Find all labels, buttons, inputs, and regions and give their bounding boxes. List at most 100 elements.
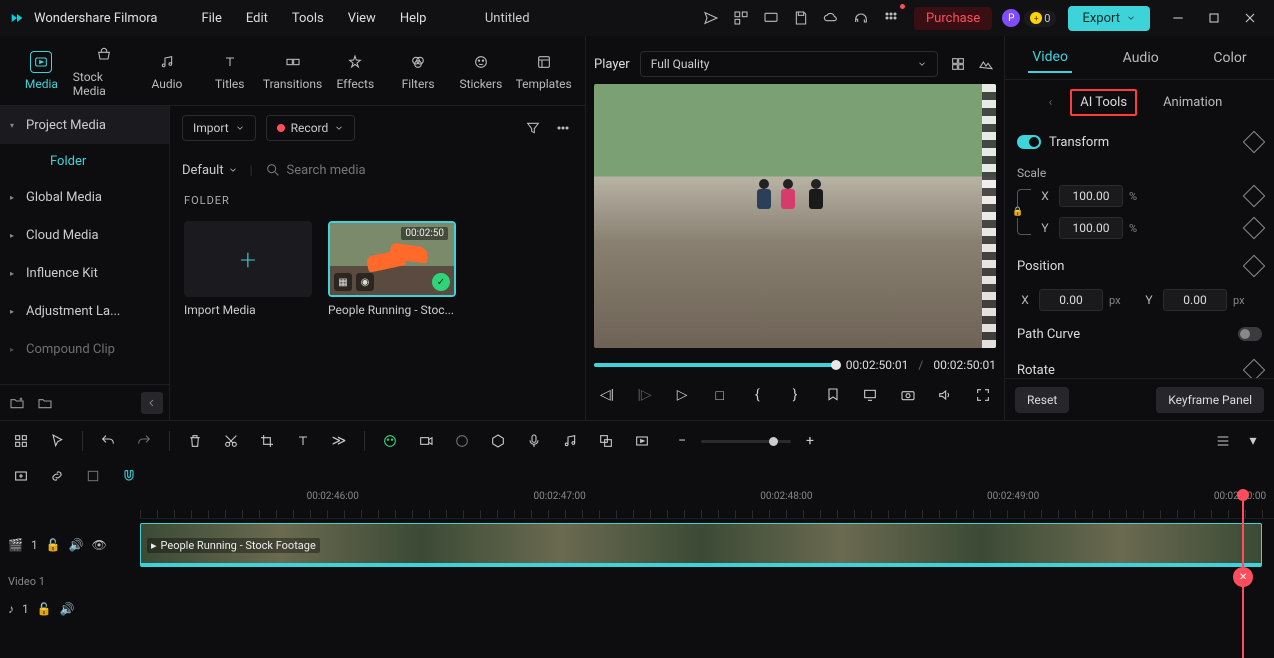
playhead[interactable] xyxy=(1242,491,1244,658)
mark-out-icon[interactable]: } xyxy=(782,382,808,408)
speed-icon[interactable] xyxy=(415,430,437,452)
redo-icon[interactable] xyxy=(133,430,155,452)
grid-view-icon[interactable] xyxy=(948,54,968,74)
add-track-icon[interactable] xyxy=(10,465,32,487)
more-tools-icon[interactable]: ≫ xyxy=(328,430,350,452)
window-minimize[interactable] xyxy=(1162,2,1194,34)
dropdown-icon[interactable]: ▾ xyxy=(1242,430,1264,452)
undo-icon[interactable] xyxy=(97,430,119,452)
filter-icon[interactable] xyxy=(523,118,543,138)
play-icon[interactable]: ▷ xyxy=(669,382,695,408)
search-input[interactable] xyxy=(287,163,573,178)
search-media[interactable] xyxy=(265,162,573,178)
mask-icon[interactable] xyxy=(487,430,509,452)
sidebar-item-compound-clip[interactable]: ▸Compound Clip xyxy=(0,330,169,368)
timeline-clip[interactable]: ▸People Running - Stock Footage xyxy=(140,523,1262,567)
position-keyframe-icon[interactable] xyxy=(1243,255,1266,278)
lock-track-icon[interactable]: 🔓 xyxy=(46,538,61,552)
scale-x-keyframe-icon[interactable] xyxy=(1243,185,1266,208)
music-icon[interactable] xyxy=(559,430,581,452)
select-tool-icon[interactable] xyxy=(10,430,32,452)
lock-audio-icon[interactable]: 🔓 xyxy=(37,602,52,616)
transform-keyframe-icon[interactable] xyxy=(1243,131,1266,154)
export-button[interactable]: Export xyxy=(1068,6,1150,31)
preview-viewport[interactable] xyxy=(594,84,996,348)
mark-in-icon[interactable]: { xyxy=(744,382,770,408)
zoom-out-icon[interactable]: − xyxy=(671,430,693,452)
display-icon[interactable] xyxy=(857,382,883,408)
magnet-icon[interactable] xyxy=(118,465,140,487)
link-icon[interactable] xyxy=(46,465,68,487)
menu-file[interactable]: File xyxy=(191,7,231,30)
render-icon[interactable] xyxy=(631,430,653,452)
sidebar-item-cloud-media[interactable]: ▸Cloud Media xyxy=(0,216,169,254)
media-thumb-people-running[interactable]: 00:02:50 ▦ ◉ ✓ People Running - Stoc... xyxy=(328,221,456,317)
scale-y-input[interactable]: 100.00 xyxy=(1059,217,1123,239)
pos-y-input[interactable]: 0.00 xyxy=(1163,289,1227,311)
rotate-keyframe-icon[interactable] xyxy=(1243,359,1266,378)
keyframe-panel-button[interactable]: Keyframe Panel xyxy=(1156,387,1264,413)
apps-icon[interactable] xyxy=(878,5,904,31)
scale-x-input[interactable]: 100.00 xyxy=(1059,185,1123,207)
dashboard-icon[interactable] xyxy=(728,5,754,31)
tab-stock-media[interactable]: Stock Media xyxy=(73,44,136,98)
tab-audio-inspector[interactable]: Audio xyxy=(1119,44,1163,72)
more-icon[interactable] xyxy=(553,118,573,138)
marker-add-icon[interactable] xyxy=(82,465,104,487)
play-backward-icon[interactable]: |▷ xyxy=(632,382,658,408)
subtab-prev-icon[interactable]: ‹ xyxy=(1049,95,1053,109)
new-folder-icon[interactable] xyxy=(6,392,28,414)
volume-icon[interactable] xyxy=(932,382,958,408)
folder-icon[interactable] xyxy=(34,392,56,414)
tab-templates[interactable]: Templates xyxy=(512,51,575,91)
window-close[interactable] xyxy=(1234,2,1266,34)
tab-stickers[interactable]: Stickers xyxy=(449,51,512,91)
fullscreen-icon[interactable] xyxy=(970,382,996,408)
sort-dropdown[interactable]: Default xyxy=(182,163,238,178)
lock-icon[interactable]: 🔒 xyxy=(1012,206,1024,218)
sidebar-item-global-media[interactable]: ▸Global Media xyxy=(0,178,169,216)
user-avatar[interactable]: P xyxy=(1002,9,1020,27)
tab-video[interactable]: Video xyxy=(1028,43,1072,73)
pointer-tool-icon[interactable] xyxy=(46,430,68,452)
cut-icon[interactable] xyxy=(220,430,242,452)
record-button[interactable]: Record xyxy=(266,115,356,141)
coin-balance[interactable]: +0 xyxy=(1024,10,1056,27)
tab-effects[interactable]: Effects xyxy=(324,51,387,91)
headphones-icon[interactable] xyxy=(848,5,874,31)
add-to-timeline-icon[interactable]: ▦ xyxy=(334,273,352,291)
import-button[interactable]: Import xyxy=(182,115,256,141)
mute-audio-icon[interactable]: 🔊 xyxy=(60,602,75,616)
mic-icon[interactable] xyxy=(523,430,545,452)
stop-icon[interactable]: □ xyxy=(707,382,733,408)
send-icon[interactable] xyxy=(698,5,724,31)
tab-audio[interactable]: Audio xyxy=(136,51,199,91)
tab-transitions[interactable]: Transitions xyxy=(261,51,324,91)
crop-icon[interactable] xyxy=(256,430,278,452)
timeline-ruler[interactable]: 00:02:46:00 00:02:47:00 00:02:48:00 00:0… xyxy=(140,491,1274,519)
tab-filters[interactable]: Filters xyxy=(387,51,450,91)
save-icon[interactable] xyxy=(788,5,814,31)
path-curve-toggle[interactable] xyxy=(1238,327,1262,341)
text-icon[interactable] xyxy=(292,430,314,452)
screen-icon[interactable] xyxy=(758,5,784,31)
scale-y-keyframe-icon[interactable] xyxy=(1243,217,1266,240)
cloud-icon[interactable] xyxy=(818,5,844,31)
marker-icon[interactable] xyxy=(820,382,846,408)
visible-track-icon[interactable]: 👁 xyxy=(92,538,107,552)
sidebar-item-project-media[interactable]: ▾Project Media xyxy=(0,106,169,144)
window-maximize[interactable] xyxy=(1198,2,1230,34)
seek-bar[interactable] xyxy=(594,363,836,367)
sidebar-item-adjustment-layer[interactable]: ▸Adjustment La... xyxy=(0,292,169,330)
quality-dropdown[interactable]: Full Quality xyxy=(640,51,938,77)
scopes-icon[interactable] xyxy=(976,54,996,74)
purchase-button[interactable]: Purchase xyxy=(914,7,992,30)
color-icon[interactable] xyxy=(451,430,473,452)
overlap-icon[interactable] xyxy=(595,430,617,452)
ai-icon[interactable] xyxy=(379,430,401,452)
mute-track-icon[interactable]: 🔊 xyxy=(69,538,84,552)
subtab-ai-tools[interactable]: AI Tools xyxy=(1070,89,1137,116)
snapshot-icon[interactable] xyxy=(895,382,921,408)
zoom-in-icon[interactable]: + xyxy=(799,430,821,452)
prev-frame-icon[interactable]: ◁| xyxy=(594,382,620,408)
